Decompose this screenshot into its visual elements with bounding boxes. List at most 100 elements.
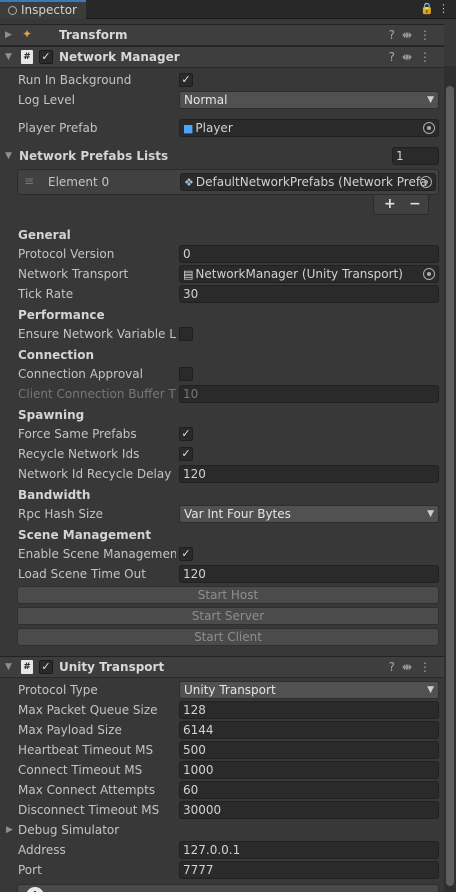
- player-prefab-label: Player Prefab: [18, 121, 98, 135]
- transform-header[interactable]: ▶ ✦ Transform ?⇼⋮: [0, 24, 444, 46]
- max-payload-row: Max Payload Size 6144: [0, 720, 444, 740]
- fold-right-icon[interactable]: ▶: [6, 825, 13, 835]
- drag-handle-icon[interactable]: ≡: [24, 174, 34, 188]
- run-in-background-checkbox[interactable]: ✓: [179, 73, 193, 87]
- object-picker-icon[interactable]: [423, 122, 435, 134]
- start-host-button[interactable]: Start Host: [17, 586, 439, 604]
- connect-timeout-input[interactable]: 1000: [179, 761, 439, 779]
- info-icon: [8, 6, 17, 15]
- network-manager-header[interactable]: ▼ # ✓ Network Manager ?⇼⋮: [0, 46, 444, 68]
- chevron-down-icon: ▼: [427, 685, 434, 695]
- disconnect-timeout-input[interactable]: 30000: [179, 801, 439, 819]
- client-buffer-label: Client Connection Buffer Tim: [18, 387, 176, 401]
- lock-icon[interactable]: 🔒: [420, 2, 434, 15]
- preset-icon[interactable]: ⇼: [402, 660, 419, 674]
- network-transport-value: NetworkManager (Unity Transport): [195, 267, 403, 281]
- fold-right-icon[interactable]: ▶: [5, 30, 12, 40]
- start-server-button[interactable]: Start Server: [17, 607, 439, 625]
- port-label: Port: [18, 863, 42, 877]
- max-payload-label: Max Payload Size: [18, 723, 122, 737]
- header-icons: ?⇼⋮: [389, 660, 438, 674]
- inspector-scrollbar[interactable]: [444, 66, 456, 892]
- element-0-field[interactable]: ❖ DefaultNetworkPrefabs (Network Prefa: [180, 173, 436, 191]
- fold-down-icon[interactable]: ▼: [5, 151, 12, 161]
- kebab-menu-icon[interactable]: ⋮: [438, 2, 449, 15]
- network-manager-enabled-checkbox[interactable]: ✓: [39, 50, 53, 64]
- scrollbar-thumb[interactable]: [446, 86, 454, 886]
- recycle-delay-input[interactable]: 120: [179, 465, 439, 483]
- disconnect-timeout-label: Disconnect Timeout MS: [18, 803, 160, 817]
- more-icon[interactable]: ⋮: [419, 50, 438, 64]
- heartbeat-label: Heartbeat Timeout MS: [18, 743, 154, 757]
- script-icon: #: [21, 50, 33, 64]
- start-client-button[interactable]: Start Client: [17, 628, 439, 646]
- recycle-ids-label: Recycle Network Ids: [18, 447, 140, 461]
- chevron-down-icon: ▼: [427, 95, 434, 105]
- protocol-type-row: Protocol Type Unity Transport ▼: [0, 680, 444, 700]
- inspector-tab[interactable]: Inspector: [0, 0, 86, 19]
- help-icon[interactable]: ?: [389, 50, 402, 64]
- tick-rate-input[interactable]: 30: [179, 285, 439, 303]
- transform-title: Transform: [59, 28, 128, 42]
- fold-down-icon[interactable]: ▼: [5, 52, 12, 62]
- remove-element-button[interactable]: −: [409, 196, 421, 212]
- help-icon[interactable]: ?: [389, 28, 402, 42]
- debug-simulator-row[interactable]: ▶ Debug Simulator: [0, 820, 444, 840]
- prefab-lists-header[interactable]: ▼ Network Prefabs Lists 1: [0, 146, 444, 168]
- protocol-type-dropdown[interactable]: Unity Transport ▼: [179, 681, 439, 699]
- enable-scene-checkbox[interactable]: ✓: [179, 547, 193, 561]
- load-scene-timeout-input[interactable]: 120: [179, 565, 439, 583]
- load-scene-timeout-row: Load Scene Time Out 120: [0, 564, 444, 584]
- port-input[interactable]: 7777: [179, 861, 439, 879]
- preset-icon[interactable]: ⇼: [402, 50, 419, 64]
- address-row: Address 127.0.0.1: [0, 840, 444, 860]
- object-picker-icon[interactable]: [420, 176, 432, 188]
- rpc-hash-dropdown[interactable]: Var Int Four Bytes ▼: [179, 505, 439, 523]
- rpc-hash-label: Rpc Hash Size: [18, 507, 104, 521]
- recycle-delay-label: Network Id Recycle Delay: [18, 467, 172, 481]
- scriptable-object-icon: ❖: [184, 176, 194, 189]
- connection-approval-row: Connection Approval: [0, 364, 444, 384]
- load-scene-timeout-label: Load Scene Time Out: [18, 567, 146, 581]
- prefab-list-element: ≡ Element 0 ❖ DefaultNetworkPrefabs (Netw…: [17, 169, 439, 195]
- rpc-hash-row: Rpc Hash Size Var Int Four Bytes ▼: [0, 504, 444, 524]
- max-packet-queue-row: Max Packet Queue Size 128: [0, 700, 444, 720]
- unity-transport-enabled-checkbox[interactable]: ✓: [39, 660, 53, 674]
- connect-timeout-row: Connect Timeout MS 1000: [0, 760, 444, 780]
- more-icon[interactable]: ⋮: [419, 28, 438, 42]
- object-picker-icon[interactable]: [423, 268, 435, 280]
- prefab-lists-count[interactable]: 1: [392, 147, 439, 165]
- network-transport-field[interactable]: ▤ NetworkManager (Unity Transport): [179, 265, 439, 283]
- fold-down-icon[interactable]: ▼: [5, 662, 12, 672]
- max-packet-queue-input[interactable]: 128: [179, 701, 439, 719]
- recycle-ids-checkbox[interactable]: ✓: [179, 447, 193, 461]
- address-input[interactable]: 127.0.0.1: [179, 841, 439, 859]
- more-icon[interactable]: ⋮: [419, 660, 438, 674]
- force-same-prefabs-row: Force Same Prefabs ✓: [0, 424, 444, 444]
- run-in-background-row: Run In Background ✓: [0, 70, 444, 90]
- force-same-prefabs-checkbox[interactable]: ✓: [179, 427, 193, 441]
- network-transport-row: Network Transport ▤ NetworkManager (Unity…: [0, 264, 444, 284]
- general-section-header: General: [18, 228, 71, 242]
- help-icon[interactable]: ?: [389, 660, 402, 674]
- protocol-version-input[interactable]: 0: [179, 245, 439, 263]
- heartbeat-input[interactable]: 500: [179, 741, 439, 759]
- connection-approval-checkbox[interactable]: [179, 367, 193, 381]
- client-buffer-input: 10: [179, 385, 439, 403]
- preset-icon[interactable]: ⇼: [402, 28, 419, 42]
- log-level-value: Normal: [184, 93, 228, 107]
- element-0-label: Element 0: [48, 175, 110, 189]
- log-level-dropdown[interactable]: Normal ▼: [179, 91, 439, 109]
- max-payload-input[interactable]: 6144: [179, 721, 439, 739]
- protocol-type-value: Unity Transport: [184, 683, 276, 697]
- connection-approval-label: Connection Approval: [18, 367, 143, 381]
- prefab-cube-icon: ■: [183, 122, 194, 135]
- tick-rate-label: Tick Rate: [18, 287, 74, 301]
- add-element-button[interactable]: +: [384, 196, 396, 212]
- max-connect-input[interactable]: 60: [179, 781, 439, 799]
- inspector-tab-label: Inspector: [21, 3, 77, 17]
- max-connect-label: Max Connect Attempts: [18, 783, 156, 797]
- player-prefab-field[interactable]: ■ Player: [179, 119, 439, 137]
- unity-transport-header[interactable]: ▼ # ✓ Unity Transport ?⇼⋮: [0, 656, 444, 678]
- ensure-nv-checkbox[interactable]: [179, 327, 193, 341]
